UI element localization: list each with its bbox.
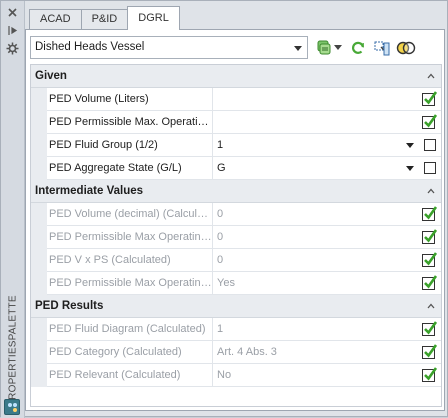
properties-palette: PROPERTIESPALETTE ACAD P&ID DGRL Dished … [0, 0, 448, 418]
collapse-icon[interactable] [427, 187, 435, 195]
palette-title-bar[interactable]: PROPERTIESPALETTE [1, 1, 25, 418]
chevron-down-icon[interactable] [332, 38, 344, 58]
property-row[interactable]: PED V x PS (Calculated) 0 [31, 249, 441, 272]
value-text: 0 [217, 208, 224, 220]
object-type-value: Dished Heads Vessel [35, 41, 145, 53]
row-gutter [31, 318, 47, 341]
toggle-pickadd-icon[interactable] [396, 38, 416, 58]
fluid-group-dropdown[interactable]: 1 [213, 134, 441, 157]
value-text: Art. 4 Abs. 3 [217, 346, 277, 358]
property-row[interactable]: PED Relevant (Calculated) No [31, 364, 441, 387]
property-row[interactable]: PED Category (Calculated) Art. 4 Abs. 3 [31, 341, 441, 364]
property-value[interactable]: 0 [213, 203, 441, 226]
palette-vertical-title: PROPERTIESPALETTE [2, 295, 24, 406]
collapse-icon[interactable] [427, 72, 435, 80]
property-name: PED Fluid Group (1/2) [47, 134, 213, 157]
auto-hide-icon[interactable] [5, 23, 20, 38]
object-type-dropdown[interactable]: Dished Heads Vessel [30, 36, 308, 59]
tab-dgrl[interactable]: DGRL [127, 6, 180, 30]
row-gutter [31, 203, 47, 226]
quick-select-icon[interactable] [314, 38, 334, 58]
property-name: PED Permissible Max Operating ... [47, 226, 213, 249]
property-name: PED Relevant (Calculated) [47, 364, 213, 387]
property-value[interactable] [213, 88, 441, 111]
property-row[interactable]: PED Permissible Max. Operating... [31, 111, 441, 134]
checkmark-icon[interactable] [422, 114, 437, 129]
checkbox[interactable] [424, 162, 436, 174]
properties-panel: Dished Heads Vessel Given PED Volume (Li… [25, 29, 445, 411]
close-icon[interactable] [5, 5, 20, 20]
checkmark-icon[interactable] [422, 344, 437, 359]
property-row[interactable]: PED Volume (Liters) [31, 88, 441, 111]
property-name: PED Volume (decimal) (Calculat... [47, 203, 213, 226]
row-gutter [31, 157, 47, 180]
property-value[interactable]: No [213, 364, 441, 387]
select-objects-icon[interactable] [372, 38, 392, 58]
value-text: G [217, 162, 226, 174]
value-text: 0 [217, 254, 224, 266]
checkbox[interactable] [424, 139, 436, 151]
value-text: 1 [217, 323, 224, 335]
category-given[interactable]: Given [31, 65, 441, 88]
property-value[interactable]: Yes [213, 272, 441, 295]
property-name: PED Aggregate State (G/L) [47, 157, 213, 180]
property-name: PED Category (Calculated) [47, 341, 213, 364]
refresh-icon[interactable] [348, 38, 368, 58]
checkmark-icon[interactable] [422, 275, 437, 290]
row-gutter [31, 364, 47, 387]
category-title: Given [35, 70, 67, 82]
row-gutter [31, 88, 47, 111]
property-name: PED V x PS (Calculated) [47, 249, 213, 272]
property-value[interactable]: Art. 4 Abs. 3 [213, 341, 441, 364]
palette-icon[interactable] [4, 399, 20, 415]
collapse-icon[interactable] [427, 302, 435, 310]
tab-pid[interactable]: P&ID [80, 9, 129, 30]
checkmark-icon[interactable] [422, 91, 437, 106]
checkmark-icon[interactable] [422, 252, 437, 267]
property-row[interactable]: PED Permissible Max Operating ... Yes [31, 272, 441, 295]
palette-title-text: PROPERTIESPALETTE [7, 295, 19, 407]
category-title: Intermediate Values [35, 185, 144, 197]
category-title: PED Results [35, 300, 104, 312]
chevron-down-icon[interactable] [406, 143, 414, 148]
tab-acad[interactable]: ACAD [29, 9, 82, 30]
property-row[interactable]: PED Volume (decimal) (Calculat... 0 [31, 203, 441, 226]
value-text: Yes [217, 277, 235, 289]
checkmark-icon[interactable] [422, 367, 437, 382]
property-name: PED Fluid Diagram (Calculated) [47, 318, 213, 341]
chevron-down-icon [294, 46, 302, 51]
property-name: PED Volume (Liters) [47, 88, 213, 111]
checkmark-icon[interactable] [422, 321, 437, 336]
property-grid: Given PED Volume (Liters) PED Permissibl… [30, 64, 442, 407]
row-gutter [31, 134, 47, 157]
property-row[interactable]: PED Permissible Max Operating ... 0 [31, 226, 441, 249]
property-value[interactable]: 0 [213, 226, 441, 249]
checkmark-icon[interactable] [422, 206, 437, 221]
aggregate-state-dropdown[interactable]: G [213, 157, 441, 180]
row-gutter [31, 249, 47, 272]
property-name: PED Permissible Max. Operating... [47, 111, 213, 134]
property-name: PED Permissible Max Operating ... [47, 272, 213, 295]
row-gutter [31, 341, 47, 364]
property-value[interactable]: 1 [213, 318, 441, 341]
row-gutter [31, 111, 47, 134]
property-value[interactable] [213, 111, 441, 134]
property-value[interactable]: 0 [213, 249, 441, 272]
row-gutter [31, 226, 47, 249]
value-text: 0 [217, 231, 224, 243]
property-row[interactable]: PED Fluid Group (1/2) 1 [31, 134, 441, 157]
category-intermediate-values[interactable]: Intermediate Values [31, 180, 441, 203]
property-row[interactable]: PED Aggregate State (G/L) G [31, 157, 441, 180]
category-ped-results[interactable]: PED Results [31, 295, 441, 318]
value-text: No [217, 369, 232, 381]
settings-icon[interactable] [5, 41, 20, 56]
value-text: 1 [217, 139, 224, 151]
tab-bar: ACAD P&ID DGRL [29, 6, 180, 30]
property-row[interactable]: PED Fluid Diagram (Calculated) 1 [31, 318, 441, 341]
checkmark-icon[interactable] [422, 229, 437, 244]
row-gutter [31, 272, 47, 295]
chevron-down-icon[interactable] [406, 166, 414, 171]
toolbar: Dished Heads Vessel [30, 36, 442, 60]
